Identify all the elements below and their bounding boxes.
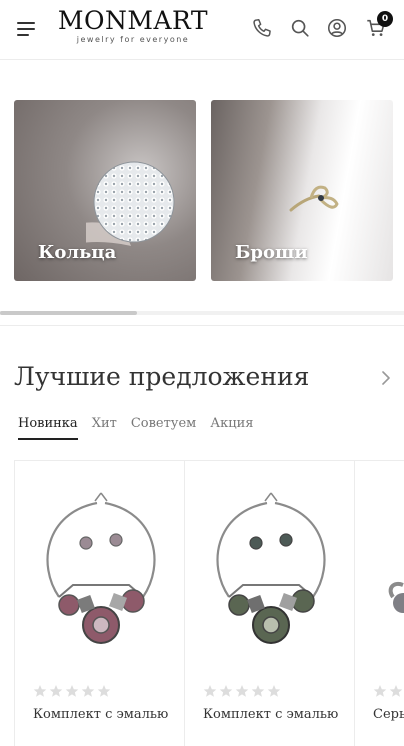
star-icon bbox=[219, 683, 233, 697]
category-label: Кольца bbox=[38, 242, 117, 263]
star-icon bbox=[49, 683, 63, 697]
product-image bbox=[388, 582, 404, 613]
star-icon bbox=[81, 683, 95, 697]
ring-image bbox=[86, 161, 175, 246]
tab-hit[interactable]: Хит bbox=[92, 414, 117, 438]
category-tile-rings[interactable]: Кольца bbox=[14, 100, 196, 281]
tab-new[interactable]: Новинка bbox=[18, 414, 78, 440]
rating-stars bbox=[203, 683, 283, 697]
logo-title: MONMART bbox=[57, 6, 209, 35]
star-icon bbox=[203, 683, 217, 697]
carousel-scrollbar[interactable] bbox=[0, 311, 404, 315]
cart-icon[interactable]: 0 bbox=[365, 11, 393, 39]
cart-count-badge: 0 bbox=[377, 11, 393, 27]
product-name[interactable]: Комплект с эмалью bbox=[33, 705, 173, 725]
star-icon bbox=[33, 683, 47, 697]
product-carousel: Комплект с эмалью Комплект с эмалью Серь bbox=[14, 460, 404, 746]
rating-stars bbox=[33, 683, 113, 697]
product-card[interactable]: Комплект с эмалью bbox=[14, 460, 185, 746]
search-icon[interactable] bbox=[289, 17, 311, 39]
star-icon bbox=[389, 683, 403, 697]
category-carousel: Кольца Броши bbox=[0, 100, 404, 281]
product-image bbox=[216, 492, 326, 644]
header: MONMART jewelry for everyone 0 bbox=[0, 0, 404, 60]
user-icon[interactable] bbox=[326, 17, 348, 39]
category-label: Броши bbox=[235, 242, 308, 263]
logo-subtitle: jewelry for everyone bbox=[76, 35, 190, 44]
star-icon bbox=[65, 683, 79, 697]
star-icon bbox=[267, 683, 281, 697]
star-icon bbox=[373, 683, 387, 697]
star-icon bbox=[235, 683, 249, 697]
product-name[interactable]: Комплект с эмалью bbox=[203, 705, 343, 725]
category-tile-brooches[interactable]: Броши bbox=[211, 100, 393, 281]
product-card[interactable]: Серь bbox=[354, 460, 404, 746]
section-title: Лучшие предложения bbox=[14, 362, 310, 391]
carousel-scrollbar-thumb[interactable] bbox=[0, 311, 138, 315]
product-name[interactable]: Серь bbox=[373, 705, 404, 725]
logo[interactable]: MONMART jewelry for everyone bbox=[52, 7, 214, 45]
tab-sale[interactable]: Акция bbox=[210, 414, 253, 438]
phone-icon[interactable] bbox=[251, 17, 273, 39]
product-image bbox=[46, 492, 156, 644]
brooch-image bbox=[289, 185, 339, 212]
product-tabs: Новинка Хит Советуем Акция bbox=[18, 412, 267, 440]
menu-icon[interactable] bbox=[17, 22, 35, 36]
rating-stars bbox=[373, 683, 404, 697]
tab-recommend[interactable]: Советуем bbox=[131, 414, 196, 438]
star-icon bbox=[251, 683, 265, 697]
product-card[interactable]: Комплект с эмалью bbox=[184, 460, 355, 746]
chevron-right-icon[interactable] bbox=[377, 368, 395, 388]
divider bbox=[0, 325, 404, 326]
star-icon bbox=[97, 683, 111, 697]
